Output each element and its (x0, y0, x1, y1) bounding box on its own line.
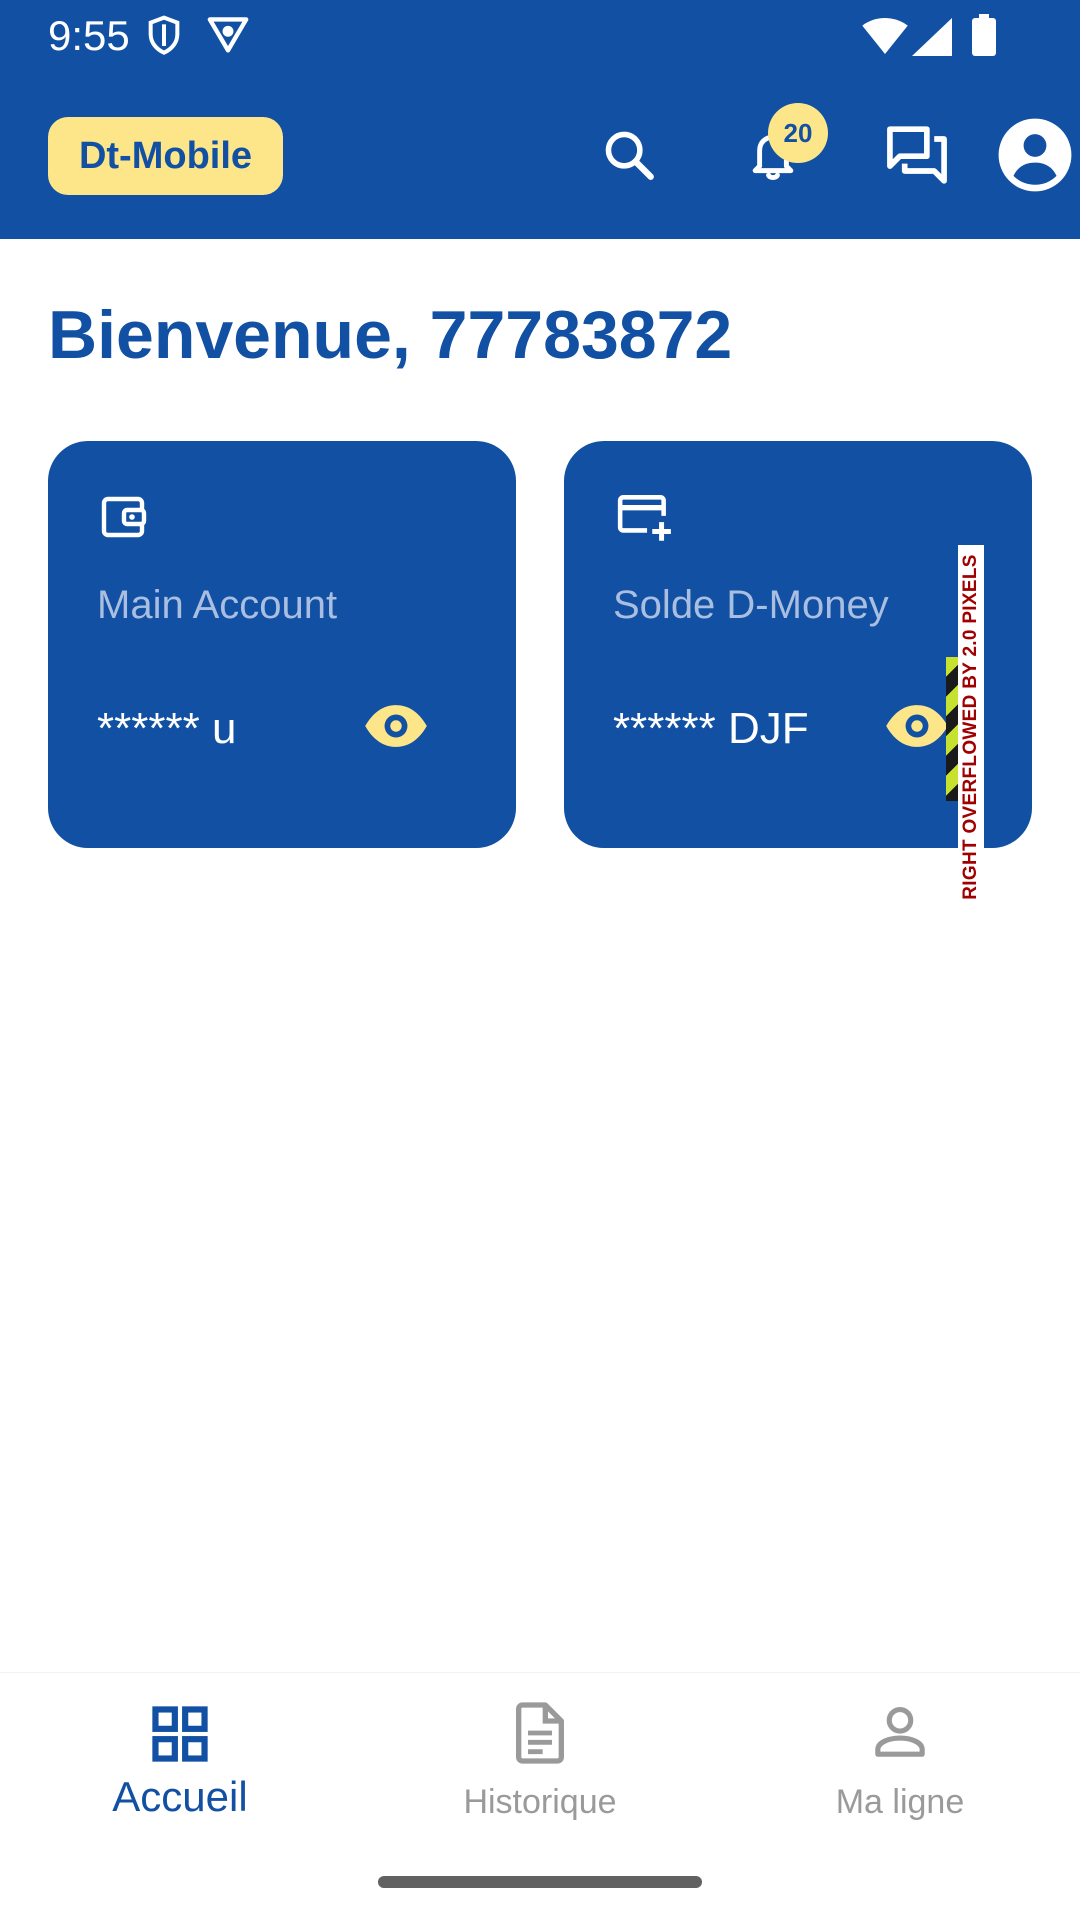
welcome-heading: Bienvenue, 77783872 (48, 297, 733, 373)
chat-icon (885, 124, 949, 191)
app-header: 9:55 Dt-Mobile 20 (0, 0, 1080, 239)
signal-icon (912, 18, 952, 61)
card-label: Main Account (97, 583, 338, 627)
status-time: 9:55 (48, 12, 130, 59)
card-label: Solde D-Money (613, 583, 889, 627)
account-button[interactable] (990, 112, 1080, 202)
screen: 9:55 Dt-Mobile 20 Bienvenue, 77783872 Ma… (0, 0, 1080, 1920)
grid-icon (149, 1703, 211, 1770)
search-button[interactable] (584, 112, 674, 202)
vpn-icon (206, 14, 250, 59)
wallet-icon (100, 493, 148, 546)
brand-logo: Dt-Mobile (48, 117, 283, 195)
messages-button[interactable] (872, 112, 962, 202)
home-indicator[interactable] (378, 1876, 702, 1888)
document-icon (513, 1701, 567, 1770)
nav-item-accueil[interactable]: Accueil (0, 1673, 360, 1873)
person-icon (872, 1705, 928, 1764)
nav-label: Accueil (112, 1773, 248, 1820)
toggle-balance-button[interactable] (361, 703, 431, 753)
overflow-warning-text: RIGHT OVERFLOWED BY 2.0 PIXELS (960, 554, 981, 900)
wifi-icon (862, 18, 908, 59)
nav-item-ma-ligne[interactable]: Ma ligne (720, 1673, 1080, 1873)
card-add-icon (616, 493, 674, 548)
main-account-card[interactable]: Main Account ****** u (48, 441, 516, 848)
eye-icon (363, 704, 429, 753)
shield-icon (144, 14, 184, 63)
account-icon (997, 117, 1073, 198)
battery-icon (972, 14, 996, 61)
nav-label: Ma ligne (835, 1783, 965, 1821)
card-balance: ****** DJF (613, 704, 809, 753)
notification-badge: 20 (768, 103, 828, 163)
eye-icon (884, 704, 950, 753)
search-icon (600, 126, 658, 189)
nav-label: Historique (463, 1783, 617, 1821)
brand-name: Dt-Mobile (78, 134, 253, 177)
nav-item-historique[interactable]: Historique (360, 1673, 720, 1873)
toggle-balance-button[interactable] (882, 703, 952, 753)
card-balance: ****** u (97, 704, 237, 753)
notification-count: 20 (783, 117, 813, 148)
overflow-warning-stripe (946, 657, 958, 801)
